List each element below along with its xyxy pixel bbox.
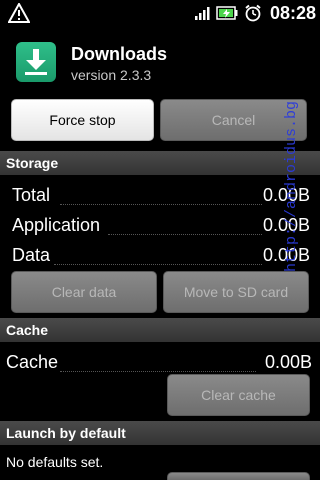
warning-icon <box>8 3 30 23</box>
storage-section-header: Storage <box>0 151 320 175</box>
dotted-divider <box>60 371 256 372</box>
alarm-clock-icon <box>245 4 261 22</box>
row-label: Data <box>12 245 51 265</box>
dotted-divider <box>108 234 262 235</box>
signal-icon <box>194 7 210 20</box>
status-time: 08:28 <box>269 2 316 23</box>
force-stop-button[interactable]: Force stop <box>11 99 154 141</box>
no-defaults-text: No defaults set. <box>6 454 104 470</box>
storage-row-application: Application 0.00B <box>12 213 320 241</box>
clear-defaults-button[interactable] <box>167 472 310 480</box>
move-to-sd-button[interactable]: Move to SD card <box>163 271 309 313</box>
status-bar: 08:28 <box>0 0 320 26</box>
app-version: version 2.3.3 <box>71 67 152 83</box>
clear-data-button[interactable]: Clear data <box>11 271 157 313</box>
row-label: Application <box>12 215 101 235</box>
clear-cache-button[interactable]: Clear cache <box>167 374 310 416</box>
row-value: 0.00B <box>264 352 312 372</box>
app-header: Downloads version 2.3.3 <box>0 30 320 90</box>
storage-row-data: Data 0.00B <box>12 243 320 271</box>
dotted-divider <box>60 204 262 205</box>
row-label: Total <box>12 185 51 205</box>
row-label: Cache <box>6 352 59 372</box>
cache-section-header: Cache <box>0 318 320 342</box>
battery-charging-icon <box>216 6 238 20</box>
watermark-text: http://androidus.bg <box>283 100 300 272</box>
storage-row-total: Total 0.00B <box>12 183 320 211</box>
launch-section-header: Launch by default <box>0 421 320 445</box>
dotted-divider <box>54 264 262 265</box>
download-arrow-icon <box>16 42 56 82</box>
app-name: Downloads <box>71 44 168 64</box>
